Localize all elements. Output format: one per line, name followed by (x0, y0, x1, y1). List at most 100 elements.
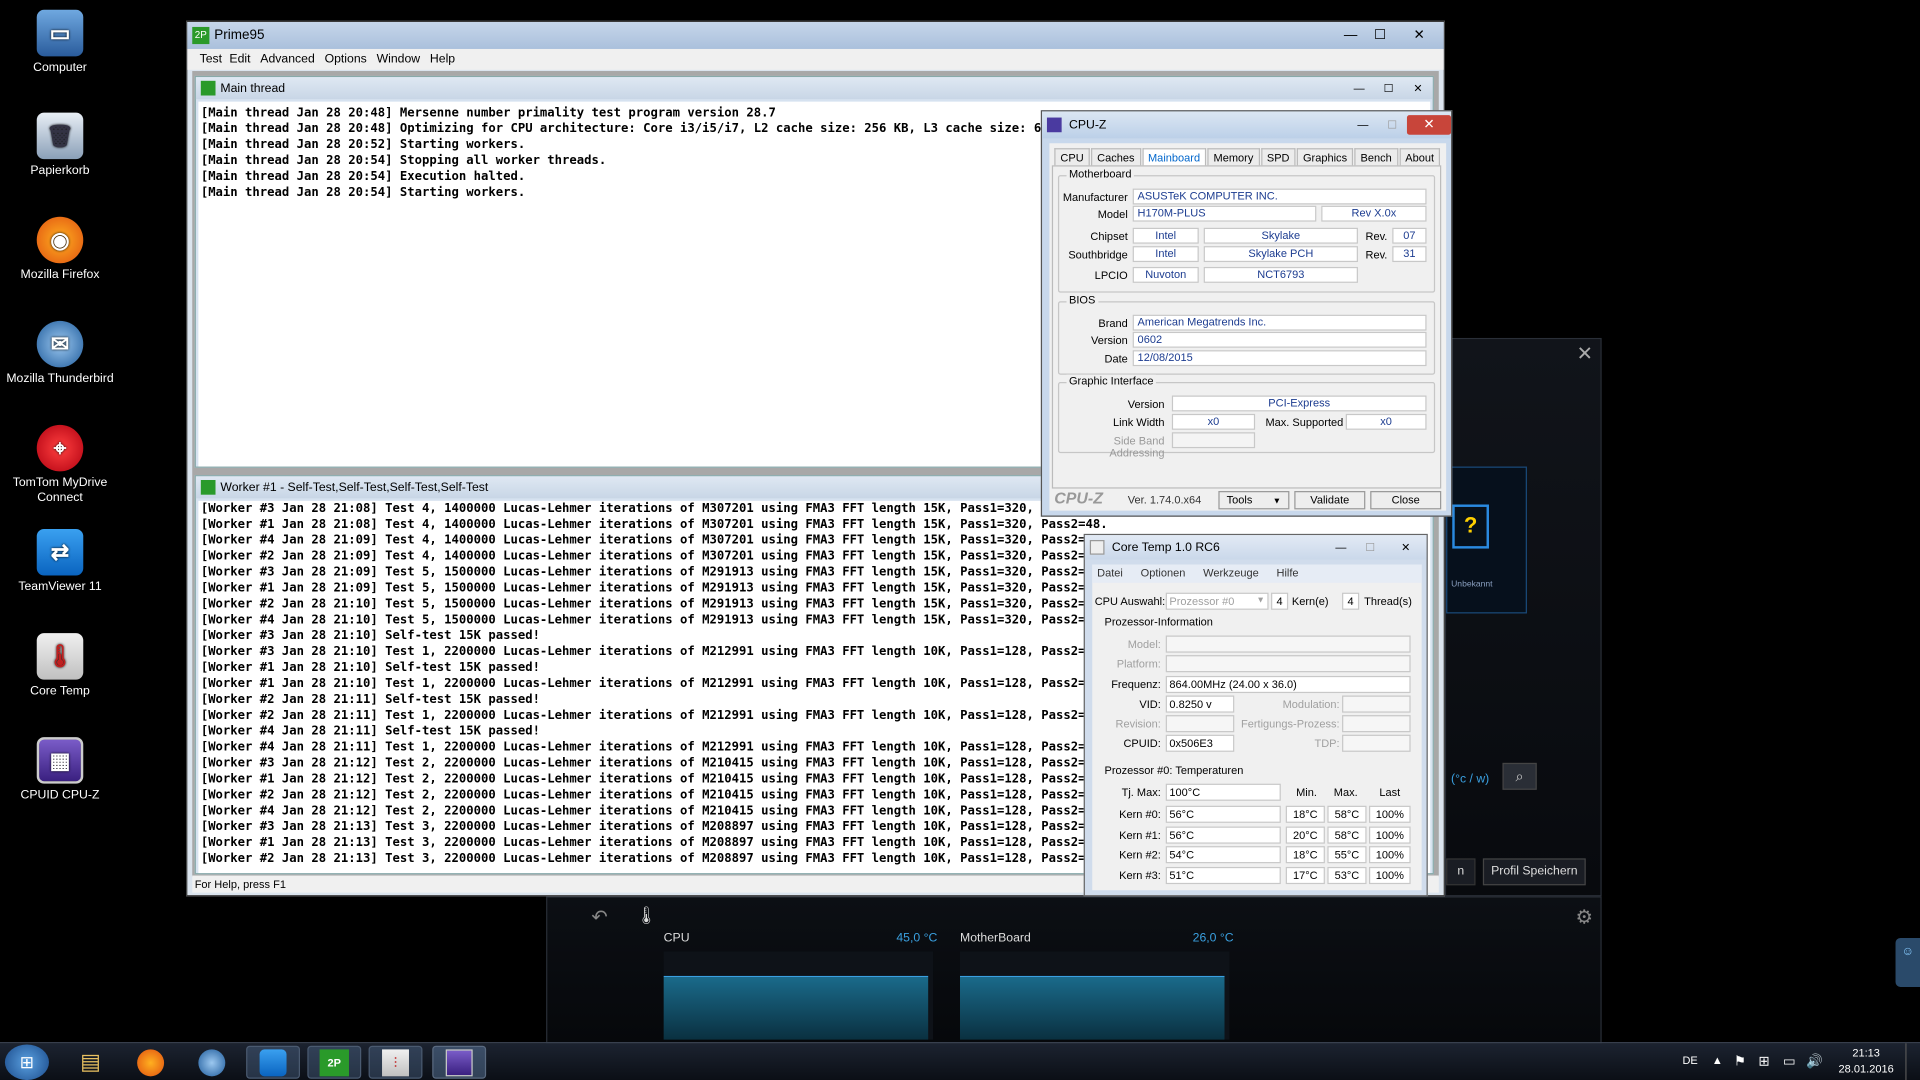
maximize-button[interactable]: ☐ (1365, 26, 1394, 46)
core-label: Kern #3: (1119, 868, 1161, 882)
prime95-icon (200, 480, 216, 495)
firefox-taskbar-button[interactable] (124, 1046, 178, 1079)
thermometer-icon (1089, 540, 1105, 555)
menu-hilfe[interactable]: Hilfe (1276, 567, 1298, 579)
desktop-icon-computer[interactable]: ▭ Computer (5, 9, 115, 76)
minimize-button[interactable]: — (1348, 115, 1377, 135)
process-value (1342, 715, 1411, 733)
clock-time[interactable]: 21:13 (1837, 1047, 1896, 1059)
title-bar[interactable]: Core Temp 1.0 RC6 — ☐ ✕ (1084, 535, 1427, 560)
close-button[interactable]: ✕ (1385, 538, 1427, 558)
tools-button[interactable]: Tools ▼ (1218, 491, 1290, 510)
close-button[interactable]: ✕ (1395, 26, 1444, 46)
thunderbird-taskbar-button[interactable] (185, 1046, 239, 1079)
save-profile-button[interactable]: Profil Speichern (1482, 858, 1586, 886)
menu-bar: Test Edit Advanced Options Window Help (187, 48, 1444, 70)
gi-version-label: Version (1127, 397, 1165, 411)
minimize-button[interactable]: — (1345, 78, 1374, 98)
show-desktop-button[interactable] (1905, 1043, 1920, 1080)
menu-help[interactable]: Help (430, 53, 455, 66)
close-button[interactable]: ✕ (1406, 115, 1452, 135)
tab-bench[interactable]: Bench (1354, 148, 1398, 167)
windows-icon[interactable]: ⊞ (1758, 1053, 1769, 1069)
core-max: 53°C (1327, 866, 1367, 884)
log-line: [Worker #1 Jan 28 21:08] Test 4, 1400000… (200, 517, 1108, 532)
maximize-button[interactable]: ☐ (1356, 538, 1385, 558)
link-width: x0 (1171, 413, 1256, 430)
desktop-icon-coretemp[interactable]: 🌡 Core Temp (5, 633, 115, 699)
core-temp: 51°C (1165, 866, 1281, 884)
network-icon[interactable]: ▭ (1783, 1053, 1796, 1069)
minimize-button[interactable]: — (1336, 26, 1365, 46)
title-bar[interactable]: CPU-Z — ☐ ✕ (1042, 111, 1452, 139)
graphic-interface-group: Graphic Interface Version PCI-Express Li… (1057, 374, 1436, 459)
menu-window[interactable]: Window (377, 53, 421, 66)
maximize-button[interactable]: ☐ (1378, 115, 1407, 135)
tab-spd[interactable]: SPD (1260, 148, 1296, 167)
desktop-icon-cpuz[interactable]: ▦ CPUID CPU-Z (5, 737, 115, 803)
volume-icon[interactable]: 🔊 (1806, 1053, 1823, 1069)
desktop-icon-tomtom[interactable]: ⌖ TomTom MyDrive Connect (5, 424, 115, 506)
undo-icon[interactable]: ↶ (591, 905, 607, 929)
gear-icon[interactable]: ⚙ (1576, 905, 1594, 929)
maximize-button[interactable]: ☐ (1374, 78, 1403, 98)
partial-button[interactable]: n (1446, 858, 1476, 886)
prime95-taskbar-button[interactable]: 2P (307, 1045, 362, 1079)
tab-graphics[interactable]: Graphics (1296, 148, 1354, 167)
menu-optionen[interactable]: Optionen (1141, 567, 1186, 579)
teamviewer-taskbar-button[interactable] (246, 1045, 301, 1079)
menu-advanced[interactable]: Advanced (260, 53, 314, 66)
mb-temp-graph (960, 951, 1230, 1040)
child-title-bar[interactable]: Main thread — ☐ ✕ (195, 77, 1433, 100)
chipset-rev: 07 (1392, 227, 1427, 244)
desktop-icon-thunderbird[interactable]: ✉ Mozilla Thunderbird (5, 320, 115, 387)
flag-icon[interactable]: ⚑ (1734, 1053, 1746, 1069)
minimize-button[interactable]: — (1326, 538, 1355, 558)
desktop-icon-recycle-bin[interactable]: 🗑 Papierkorb (5, 112, 115, 179)
mb-label: MotherBoard (960, 931, 1031, 946)
cpuz-window[interactable]: CPU-Z — ☐ ✕ CPU Caches Mainboard Memory SPD G… (1040, 110, 1453, 517)
cpuz-body: CPU Caches Mainboard Memory SPD Graphics Bench… (1049, 143, 1447, 511)
desktop-icon-firefox[interactable]: ◉ Mozilla Firefox (5, 216, 115, 283)
menu-edit[interactable]: Edit (229, 53, 250, 66)
tab-bar: CPU Caches Mainboard Memory SPD Graphics Bench… (1054, 148, 1441, 167)
clock-date[interactable]: 28.01.2016 (1837, 1063, 1896, 1075)
core-temp: 56°C (1165, 805, 1281, 823)
processor-select[interactable]: Prozessor #0 ▼ (1165, 592, 1269, 610)
tomtom-icon: ⌖ (36, 424, 84, 472)
menu-werkzeuge[interactable]: Werkzeuge (1203, 567, 1259, 579)
cpu-temp-graph (663, 951, 934, 1040)
tab-cpu[interactable]: CPU (1054, 148, 1090, 167)
desktop-icon-teamviewer[interactable]: ⇄ TeamViewer 11 (5, 528, 115, 595)
coretemp-window[interactable]: Core Temp 1.0 RC6 — ☐ ✕ Datei Optionen W… (1083, 533, 1428, 897)
thermometer-icon[interactable]: 🌡 (636, 905, 658, 926)
bios-version: 0602 (1132, 331, 1427, 348)
close-button[interactable]: Close (1370, 491, 1442, 510)
lpcio-name: NCT6793 (1203, 266, 1358, 283)
close-button[interactable]: ✕ (1403, 78, 1432, 98)
validate-button[interactable]: Validate (1294, 491, 1366, 510)
tab-caches[interactable]: Caches (1091, 148, 1141, 167)
menu-test[interactable]: Test (200, 53, 222, 66)
tray-arrow-icon[interactable]: ▲ (1712, 1054, 1723, 1066)
window-title: Core Temp 1.0 RC6 (1111, 540, 1220, 555)
brand-label: Brand (1098, 317, 1128, 330)
cpuz-taskbar-button[interactable] (432, 1045, 487, 1079)
language-indicator[interactable]: DE (1682, 1054, 1697, 1066)
title-bar[interactable]: 2P Prime95 — ☐ ✕ (187, 22, 1444, 49)
thunderbird-icon: ✉ (36, 320, 84, 368)
menu-datei[interactable]: Datei (1097, 567, 1123, 579)
tab-memory[interactable]: Memory (1207, 148, 1260, 167)
menu-options[interactable]: Options (325, 53, 367, 66)
explorer-taskbar-button[interactable]: ▤ (64, 1046, 118, 1079)
tab-mainboard[interactable]: Mainboard (1141, 148, 1207, 167)
teamviewer-side-tab[interactable]: ☺ (1895, 937, 1920, 987)
start-button[interactable]: ⊞ (4, 1044, 49, 1080)
vid-label: VID: (1139, 697, 1161, 711)
tdp-label: TDP: (1314, 737, 1340, 750)
close-icon[interactable]: ✕ (1577, 342, 1593, 366)
cores-count: 4 (1271, 592, 1289, 610)
tab-about[interactable]: About (1399, 148, 1441, 167)
coretemp-taskbar-button[interactable]: ⫶ (368, 1045, 423, 1079)
search-icon[interactable]: ⌕ (1502, 762, 1537, 790)
